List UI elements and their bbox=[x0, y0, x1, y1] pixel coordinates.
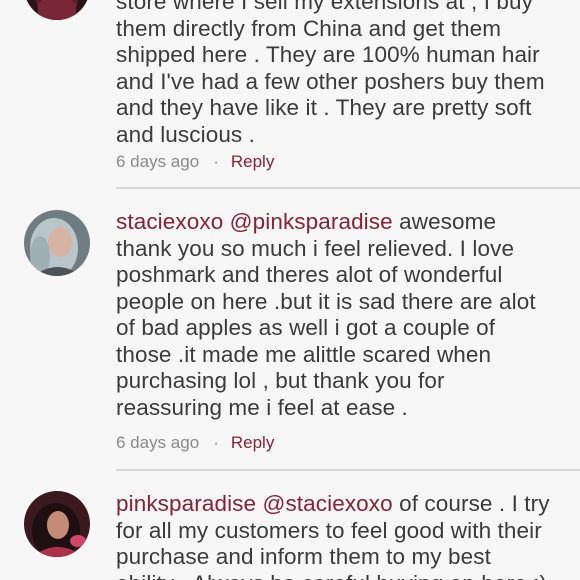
comment-line: and they have like it . They are pretty … bbox=[116, 95, 532, 120]
comment-text: store where I sell my extensions at , I … bbox=[116, 0, 566, 148]
comment-mention[interactable]: @pinksparadise bbox=[230, 209, 393, 234]
comment-line: them directly from China and get them bbox=[116, 15, 502, 41]
comment-line: shipped here . They are 100% human hair bbox=[116, 42, 540, 67]
comment-line: purchasing lol , but thank you for bbox=[116, 368, 445, 393]
timestamp: 6 days ago bbox=[116, 433, 200, 452]
comment-username[interactable]: staciexoxo bbox=[116, 209, 223, 234]
comment-meta: 6 days ago · Reply bbox=[116, 151, 274, 173]
avatar[interactable] bbox=[24, 210, 90, 276]
comment-line: poshmark and theres alot of wonderful bbox=[116, 262, 503, 287]
reply-button[interactable]: Reply bbox=[231, 433, 274, 452]
divider bbox=[116, 187, 580, 189]
comment-line: store where I sell my extensions at , I … bbox=[116, 0, 533, 14]
avatar[interactable] bbox=[24, 0, 90, 20]
comment-text: staciexoxo @pinksparadise awesome thank … bbox=[116, 209, 566, 421]
divider bbox=[116, 469, 580, 471]
comment-mention[interactable]: @staciexoxo bbox=[263, 491, 393, 516]
comment-line: and I've had a few other poshers buy the… bbox=[116, 68, 545, 94]
timestamp: 6 days ago bbox=[116, 152, 200, 171]
comment-meta: 6 days ago · Reply bbox=[116, 432, 274, 454]
comment-line: pinksparadise @staciexoxo of course . I … bbox=[116, 491, 566, 518]
comment-line: ability . Always be careful buying on he… bbox=[116, 571, 566, 580]
comment-line: thank you so much i feel relieved. I lov… bbox=[116, 235, 515, 261]
comment-line: and luscious . bbox=[116, 121, 255, 147]
comment-line: people on here .but it is sad there are … bbox=[116, 288, 536, 314]
comment-line: purchase and inform them to my best bbox=[116, 544, 491, 569]
comment-line: those .it made me alittle scared when bbox=[116, 341, 492, 367]
reply-button[interactable]: Reply bbox=[231, 152, 274, 171]
separator-dot-icon: · bbox=[213, 152, 219, 171]
comment-line: staciexoxo @pinksparadise awesome bbox=[116, 209, 566, 236]
comment-feed: store where I sell my extensions at , I … bbox=[0, 0, 580, 580]
comment-line: of bad apples as well i got a couple of bbox=[116, 315, 496, 340]
comment-line: for all my customers to feel good with t… bbox=[116, 517, 542, 543]
comment-line-rest: awesome bbox=[392, 209, 497, 234]
comment-text: pinksparadise @staciexoxo of course . I … bbox=[116, 491, 566, 580]
comment-username[interactable]: pinksparadise bbox=[116, 491, 256, 516]
comment-line: reassuring me i feel at ease . bbox=[116, 394, 408, 420]
avatar[interactable] bbox=[24, 491, 90, 557]
separator-dot-icon: · bbox=[213, 433, 219, 452]
comment-line-rest: of course . I try bbox=[392, 491, 550, 516]
